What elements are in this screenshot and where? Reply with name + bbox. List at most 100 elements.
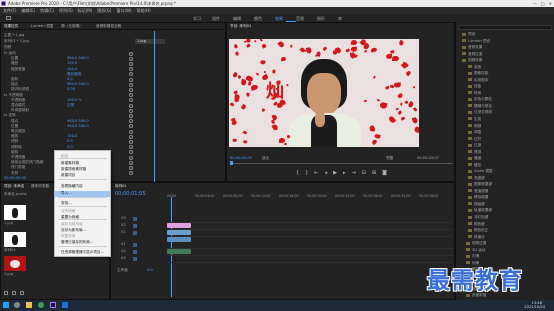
program-scrubber[interactable] xyxy=(230,163,452,164)
tab-lumetri-scopes[interactable]: Lumetri 范围 xyxy=(31,24,53,29)
timeline-ruler[interactable]: 00;00 00;00;04;00 00;00;08;00 00;00;12;00 00… xyxy=(167,194,453,200)
project-item-1[interactable]: 1.jpg xyxy=(4,221,13,225)
track-toggle-icon[interactable] xyxy=(133,249,137,254)
track-toggle-icon[interactable] xyxy=(133,256,137,261)
clip-a1[interactable] xyxy=(167,249,191,254)
effects-tree-item[interactable]: Alpha 调整 xyxy=(468,169,493,174)
clip-v1b[interactable] xyxy=(167,237,191,242)
effect-row-value[interactable]: 100.0 % xyxy=(67,98,82,102)
workspace-color[interactable]: 颜色 xyxy=(254,16,262,21)
effects-tree-item[interactable]: 时间 xyxy=(468,91,481,96)
master-track-value[interactable]: 0.0 xyxy=(147,268,153,272)
workspace-libraries[interactable]: 库 xyxy=(338,16,342,21)
reset-icon[interactable] xyxy=(129,165,133,170)
track-label[interactable]: A1 xyxy=(121,242,126,246)
reset-icon[interactable] xyxy=(129,124,133,129)
context-menu-item[interactable]: 粘贴 xyxy=(61,154,68,159)
tab-effect-controls[interactable]: 效果控件 xyxy=(4,24,18,29)
reset-icon[interactable] xyxy=(129,61,133,66)
track-label[interactable]: V1 xyxy=(121,230,126,234)
effects-tree-item[interactable]: 图像遮罩键 xyxy=(468,182,492,187)
tab-program[interactable]: 节目: 序列01 xyxy=(230,24,251,29)
reset-icon[interactable] xyxy=(129,171,133,176)
thumbnail-1[interactable] xyxy=(4,205,26,220)
effects-tree-item[interactable]: 音频效果 xyxy=(462,45,482,50)
effects-tree-item[interactable]: 视频效果 xyxy=(462,58,482,63)
menu-marker[interactable]: 标记(M) xyxy=(78,8,93,14)
effects-search-input[interactable] xyxy=(458,25,552,30)
effects-tree-item[interactable]: 扭曲 xyxy=(468,84,481,89)
tab-audio-clip-mixer[interactable]: 音频剪辑混合器 xyxy=(96,24,121,29)
reset-icon[interactable] xyxy=(129,129,133,134)
menu-file[interactable]: 文件(F) xyxy=(3,8,16,14)
effect-row-value[interactable]: 100.0 xyxy=(67,67,77,71)
context-menu-item[interactable]: 查找... xyxy=(61,201,72,206)
effect-row-value[interactable]: 0.0 xyxy=(67,145,73,149)
new-bin-icon[interactable] xyxy=(20,291,24,295)
track-toggle-icon[interactable] xyxy=(133,216,137,221)
go-to-out-icon[interactable]: ⇥ xyxy=(351,170,355,176)
overwrite-icon[interactable]: ⊞ xyxy=(372,170,376,176)
reset-icon[interactable] xyxy=(129,93,133,98)
go-to-in-icon[interactable]: ⇤ xyxy=(314,170,318,176)
workspace-learn[interactable]: 学习 xyxy=(193,16,201,21)
effect-row-value[interactable]: 正常 xyxy=(67,103,74,108)
project-item-sequence[interactable]: 序列01 xyxy=(4,248,16,253)
effects-tree-item[interactable]: 杂色与颗粒 xyxy=(468,97,492,102)
effects-tree-item[interactable]: 模糊与锐化 xyxy=(468,104,492,109)
reset-icon[interactable] xyxy=(129,155,133,160)
context-menu-item[interactable]: 新建项目 xyxy=(61,173,75,178)
effects-tree-item[interactable]: 内滑 xyxy=(466,254,479,259)
context-menu-item[interactable]: 另存为新布局... xyxy=(61,228,86,233)
app-icon[interactable] xyxy=(62,302,68,308)
reset-icon[interactable] xyxy=(129,82,133,87)
reset-icon[interactable] xyxy=(129,145,133,150)
reset-icon[interactable] xyxy=(129,119,133,124)
reset-icon[interactable] xyxy=(129,108,133,113)
project-item-2[interactable]: 2.jpg xyxy=(4,272,13,276)
thumbnail-sequence[interactable] xyxy=(4,232,26,247)
workspace-editing[interactable]: 编辑 xyxy=(233,16,241,21)
menu-edit[interactable]: 编辑(E) xyxy=(21,8,35,14)
premiere-taskbar-icon[interactable] xyxy=(50,302,56,308)
effect-row-value[interactable]: 960.0 540.0 xyxy=(67,119,89,123)
tab-source[interactable]: 源: (无剪辑) xyxy=(61,24,81,29)
tab-media-browser[interactable]: 媒体浏览器 xyxy=(31,184,49,189)
effects-tree-item[interactable]: 键控 xyxy=(468,163,481,168)
clip-v1[interactable] xyxy=(167,230,191,235)
effects-tree-item[interactable]: 移除遮罩 xyxy=(468,195,488,200)
workspace-effects[interactable]: 效果 xyxy=(275,16,283,21)
effects-tree-item[interactable]: 过时 xyxy=(468,137,481,142)
effects-tree-item[interactable]: 颜色校正 xyxy=(468,228,488,233)
context-menu-item[interactable]: 对齐网格 xyxy=(61,209,75,214)
effects-tree-item[interactable]: 3D 运动 xyxy=(466,248,485,253)
effect-row-value[interactable]: 960.0 540.0 xyxy=(67,56,89,60)
camera-icon[interactable]: ◙ xyxy=(382,170,387,176)
effects-tree-item[interactable]: 实用程序 xyxy=(468,78,488,83)
program-fit-select[interactable]: 适合 xyxy=(262,156,269,161)
mark-out-icon[interactable]: } xyxy=(305,170,308,176)
effects-tree-item[interactable]: 轨道遮罩键 xyxy=(468,208,492,213)
insert-icon[interactable]: ⊟ xyxy=(362,170,366,176)
context-menu-item[interactable]: 恢复布局 xyxy=(61,234,75,239)
effects-tree-item[interactable]: 亮度键 xyxy=(468,176,485,181)
reset-icon[interactable] xyxy=(129,56,133,61)
program-playhead[interactable] xyxy=(230,161,233,165)
tab-project[interactable]: 项目: 未命名 xyxy=(4,184,24,189)
reset-icon[interactable] xyxy=(129,134,133,139)
context-menu-item[interactable]: 在资源管理器中显示项目... xyxy=(61,250,104,255)
reset-icon[interactable] xyxy=(129,67,133,72)
reset-icon[interactable] xyxy=(129,98,133,103)
list-view-icon[interactable] xyxy=(4,291,8,295)
effects-tree-item[interactable]: 生成 xyxy=(468,117,481,122)
maximize-button[interactable]: □ xyxy=(541,1,545,6)
effects-tree-item[interactable]: 音频过渡 xyxy=(462,52,482,57)
context-menu-item[interactable]: 新建搜索素材箱 xyxy=(61,167,86,172)
step-back-icon[interactable]: ◂ xyxy=(325,170,328,176)
play-icon[interactable]: ▶ xyxy=(333,170,337,176)
effects-tree-item[interactable]: 风格化 xyxy=(468,235,485,240)
effects-tree-item[interactable]: 过渡 xyxy=(468,143,481,148)
reset-icon[interactable] xyxy=(129,150,133,155)
track-label[interactable]: A2 xyxy=(121,249,126,253)
effects-tree-item[interactable]: 视频 xyxy=(468,124,481,129)
